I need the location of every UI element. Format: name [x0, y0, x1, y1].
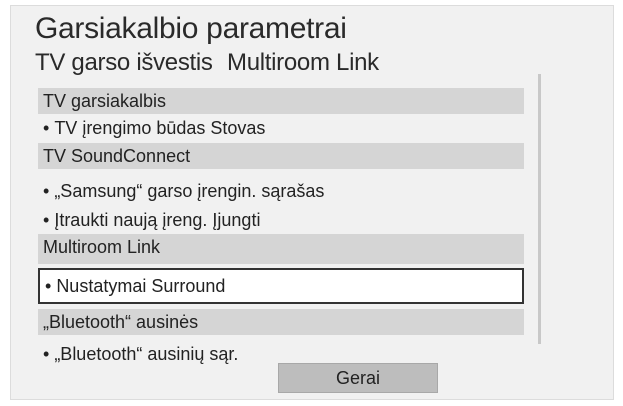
item-label: „Bluetooth“ ausinių sąr.	[54, 344, 239, 364]
header-options: TV garso išvestis Multiroom Link	[35, 49, 379, 77]
tv-sound-output-option[interactable]: TV garso išvestis	[35, 49, 213, 76]
list-item-samsung-device-list[interactable]: • „Samsung“ garso įrengin. sąrašas	[38, 178, 524, 204]
item-label: Įtraukti naują įreng.	[54, 210, 208, 230]
multiroom-link-option[interactable]: Multiroom Link	[227, 49, 379, 76]
item-label: „Samsung“ garso įrengin. sąrašas	[54, 181, 325, 201]
list-item-tv-installation-type[interactable]: • TV įrengimo būdas Stovas	[38, 115, 524, 141]
ok-button[interactable]: Gerai	[278, 363, 438, 393]
bullet-icon: •	[43, 210, 50, 230]
bullet-icon: •	[43, 118, 50, 138]
list-item-add-new-device[interactable]: • Įtraukti naują įreng. Įjungti	[38, 207, 524, 233]
item-value: Surround	[151, 276, 226, 296]
speaker-settings-dialog: Garsiakalbio parametrai TV garso išvesti…	[10, 5, 614, 400]
section-tv-soundconnect: TV SoundConnect	[38, 143, 524, 169]
section-tv-speaker: TV garsiakalbis	[38, 88, 524, 114]
item-value: Stovas	[210, 118, 266, 138]
section-bluetooth-headphones: „Bluetooth“ ausinės	[38, 309, 524, 335]
bullet-icon: •	[43, 344, 50, 364]
item-label: Nustatymai	[56, 276, 147, 296]
dialog-title: Garsiakalbio parametrai	[35, 12, 347, 45]
bullet-icon: •	[43, 181, 50, 201]
list-item-multiroom-settings[interactable]: • Nustatymai Surround	[38, 268, 524, 304]
bullet-icon: •	[45, 276, 52, 296]
list-scrollbar[interactable]	[538, 74, 541, 344]
item-label: TV įrengimo būdas	[54, 118, 206, 138]
item-value: Įjungti	[212, 210, 261, 230]
section-multiroom-link: Multiroom Link	[38, 234, 524, 264]
